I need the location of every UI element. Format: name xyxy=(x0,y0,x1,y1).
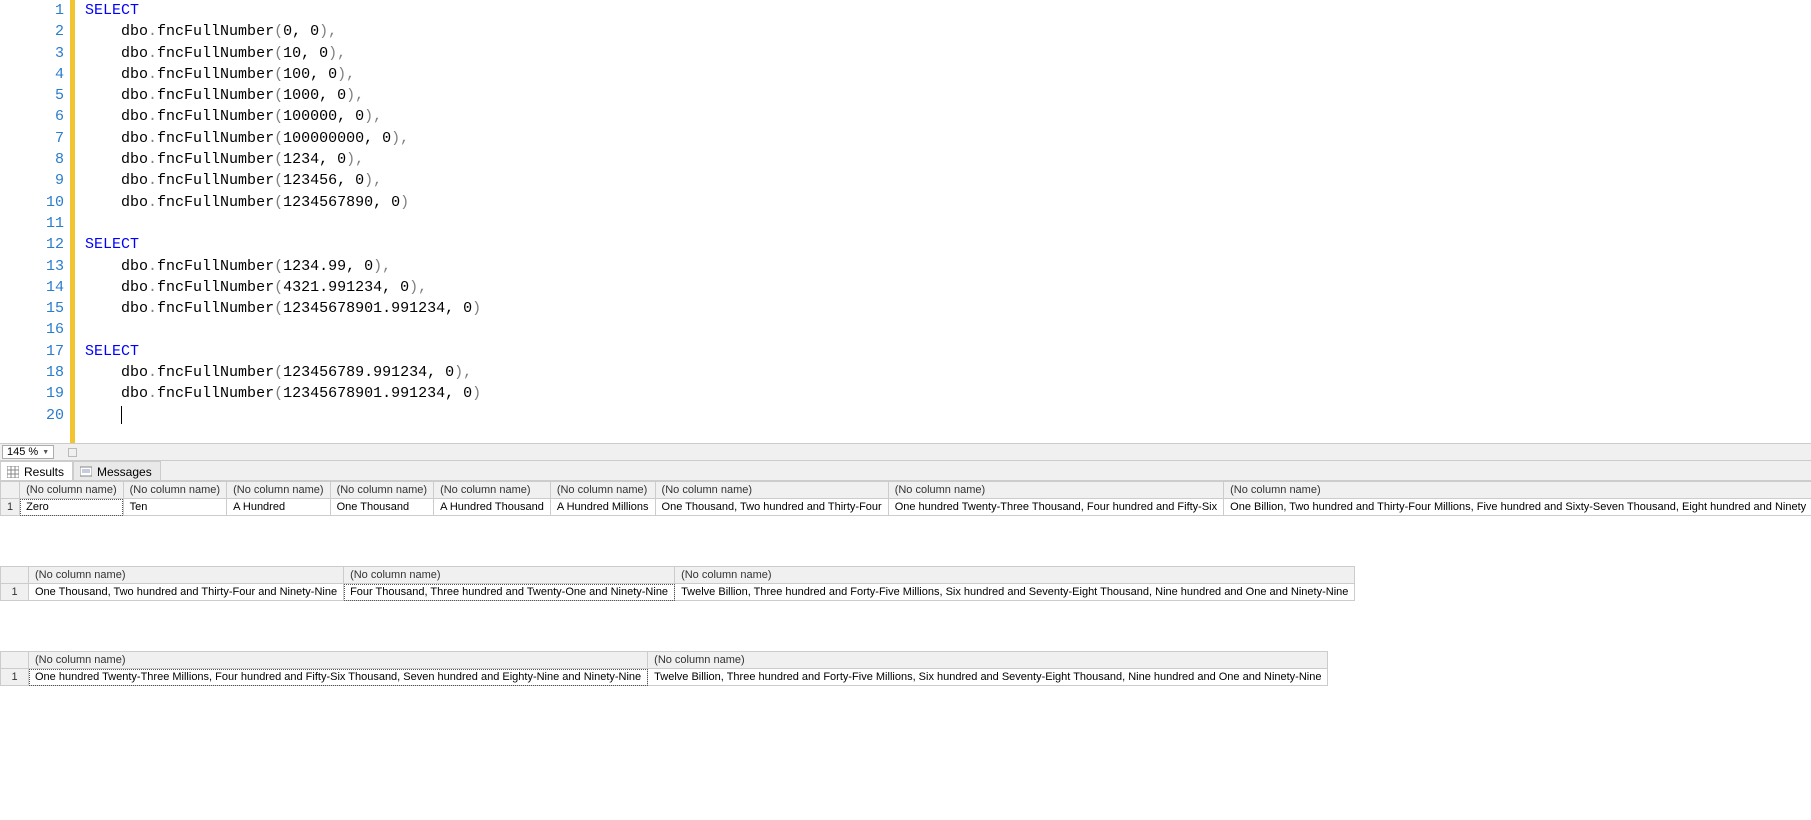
line-number: 9 xyxy=(0,170,64,191)
grid-cell[interactable]: One hundred Twenty-Three Millions, Four … xyxy=(29,669,648,686)
line-number: 4 xyxy=(0,64,64,85)
column-header[interactable]: (No column name) xyxy=(344,567,675,584)
line-number-gutter: 1234567891011121314151617181920 xyxy=(0,0,75,443)
line-number: 13 xyxy=(0,256,64,277)
scroll-left-stub[interactable] xyxy=(68,448,77,457)
editor-status-bar: 145 % ▼ xyxy=(0,443,1811,461)
line-number: 10 xyxy=(0,192,64,213)
line-number: 12 xyxy=(0,234,64,255)
line-number: 7 xyxy=(0,128,64,149)
result-grid[interactable]: (No column name)(No column name)(No colu… xyxy=(0,481,1811,516)
code-line[interactable]: dbo.fncFullNumber(10, 0), xyxy=(85,43,1811,64)
code-line[interactable]: SELECT xyxy=(85,234,1811,255)
grid-cell[interactable]: Twelve Billion, Three hundred and Forty-… xyxy=(648,669,1328,686)
line-number: 14 xyxy=(0,277,64,298)
code-line[interactable]: dbo.fncFullNumber(1000, 0), xyxy=(85,85,1811,106)
messages-icon xyxy=(80,466,92,478)
column-header[interactable]: (No column name) xyxy=(227,482,330,499)
sql-editor[interactable]: 1234567891011121314151617181920 SELECT d… xyxy=(0,0,1811,443)
line-number: 20 xyxy=(0,405,64,426)
grid-cell[interactable]: A Hundred Thousand xyxy=(434,499,551,516)
code-line[interactable]: dbo.fncFullNumber(123456, 0), xyxy=(85,170,1811,191)
code-line[interactable]: SELECT xyxy=(85,341,1811,362)
column-header[interactable]: (No column name) xyxy=(1224,482,1811,499)
tab-results-label: Results xyxy=(24,465,64,479)
column-header[interactable]: (No column name) xyxy=(29,652,648,669)
code-line[interactable]: dbo.fncFullNumber(4321.991234, 0), xyxy=(85,277,1811,298)
line-number: 19 xyxy=(0,383,64,404)
row-header[interactable]: 1 xyxy=(1,669,29,686)
grid-cell[interactable]: One Thousand, Two hundred and Thirty-Fou… xyxy=(655,499,888,516)
code-line[interactable]: dbo.fncFullNumber(12345678901.991234, 0) xyxy=(85,383,1811,404)
grid-cell[interactable]: One hundred Twenty-Three Thousand, Four … xyxy=(888,499,1223,516)
column-header[interactable]: (No column name) xyxy=(330,482,433,499)
line-number: 5 xyxy=(0,85,64,106)
grid-corner xyxy=(1,652,29,669)
code-line[interactable]: dbo.fncFullNumber(100000000, 0), xyxy=(85,128,1811,149)
column-header[interactable]: (No column name) xyxy=(655,482,888,499)
results-tabs: Results Messages xyxy=(0,461,1811,481)
line-number: 1 xyxy=(0,0,64,21)
column-header[interactable]: (No column name) xyxy=(888,482,1223,499)
grid-corner xyxy=(1,567,29,584)
column-header[interactable]: (No column name) xyxy=(123,482,226,499)
chevron-down-icon: ▼ xyxy=(42,449,49,456)
row-header[interactable]: 1 xyxy=(1,584,29,601)
code-line[interactable]: dbo.fncFullNumber(1234, 0), xyxy=(85,149,1811,170)
column-header[interactable]: (No column name) xyxy=(29,567,344,584)
result-grid[interactable]: (No column name)(No column name)(No colu… xyxy=(0,566,1355,601)
line-number: 8 xyxy=(0,149,64,170)
column-header[interactable]: (No column name) xyxy=(550,482,655,499)
grid-corner xyxy=(1,482,20,499)
result-grid[interactable]: (No column name)(No column name)1One hun… xyxy=(0,651,1328,686)
code-line[interactable] xyxy=(85,405,1811,426)
code-line[interactable]: dbo.fncFullNumber(1234567890, 0) xyxy=(85,192,1811,213)
line-number: 2 xyxy=(0,21,64,42)
grid-cell[interactable]: One Thousand, Two hundred and Thirty-Fou… xyxy=(29,584,344,601)
code-line[interactable]: dbo.fncFullNumber(1234.99, 0), xyxy=(85,256,1811,277)
grid-cell[interactable]: A Hundred xyxy=(227,499,330,516)
grid-cell[interactable]: Twelve Billion, Three hundred and Forty-… xyxy=(675,584,1355,601)
line-number: 11 xyxy=(0,213,64,234)
grid-cell[interactable]: Zero xyxy=(20,499,123,516)
line-number: 17 xyxy=(0,341,64,362)
grid-cell[interactable]: A Hundred Millions xyxy=(550,499,655,516)
line-number: 18 xyxy=(0,362,64,383)
column-header[interactable]: (No column name) xyxy=(675,567,1355,584)
tab-messages[interactable]: Messages xyxy=(73,461,161,480)
row-header[interactable]: 1 xyxy=(1,499,20,516)
code-line[interactable]: dbo.fncFullNumber(123456789.991234, 0), xyxy=(85,362,1811,383)
line-number: 6 xyxy=(0,106,64,127)
zoom-value: 145 % xyxy=(7,446,38,458)
code-line[interactable]: dbo.fncFullNumber(100000, 0), xyxy=(85,106,1811,127)
code-line[interactable]: SELECT xyxy=(85,0,1811,21)
code-line[interactable]: dbo.fncFullNumber(0, 0), xyxy=(85,21,1811,42)
line-number: 16 xyxy=(0,319,64,340)
tab-results[interactable]: Results xyxy=(0,461,73,480)
results-grid-icon xyxy=(7,466,19,478)
grid-cell[interactable]: Four Thousand, Three hundred and Twenty-… xyxy=(344,584,675,601)
grid-cell[interactable]: One Billion, Two hundred and Thirty-Four… xyxy=(1224,499,1811,516)
column-header[interactable]: (No column name) xyxy=(648,652,1328,669)
results-panel[interactable]: (No column name)(No column name)(No colu… xyxy=(0,481,1811,736)
code-line[interactable] xyxy=(85,319,1811,340)
grid-cell[interactable]: One Thousand xyxy=(330,499,433,516)
column-header[interactable]: (No column name) xyxy=(434,482,551,499)
grid-cell[interactable]: Ten xyxy=(123,499,226,516)
code-line[interactable]: dbo.fncFullNumber(100, 0), xyxy=(85,64,1811,85)
tab-messages-label: Messages xyxy=(97,465,152,479)
code-line[interactable] xyxy=(85,213,1811,234)
column-header[interactable]: (No column name) xyxy=(20,482,123,499)
zoom-dropdown[interactable]: 145 % ▼ xyxy=(2,445,54,459)
code-line[interactable]: dbo.fncFullNumber(12345678901.991234, 0) xyxy=(85,298,1811,319)
line-number: 3 xyxy=(0,43,64,64)
code-content[interactable]: SELECT dbo.fncFullNumber(0, 0), dbo.fncF… xyxy=(75,0,1811,443)
line-number: 15 xyxy=(0,298,64,319)
